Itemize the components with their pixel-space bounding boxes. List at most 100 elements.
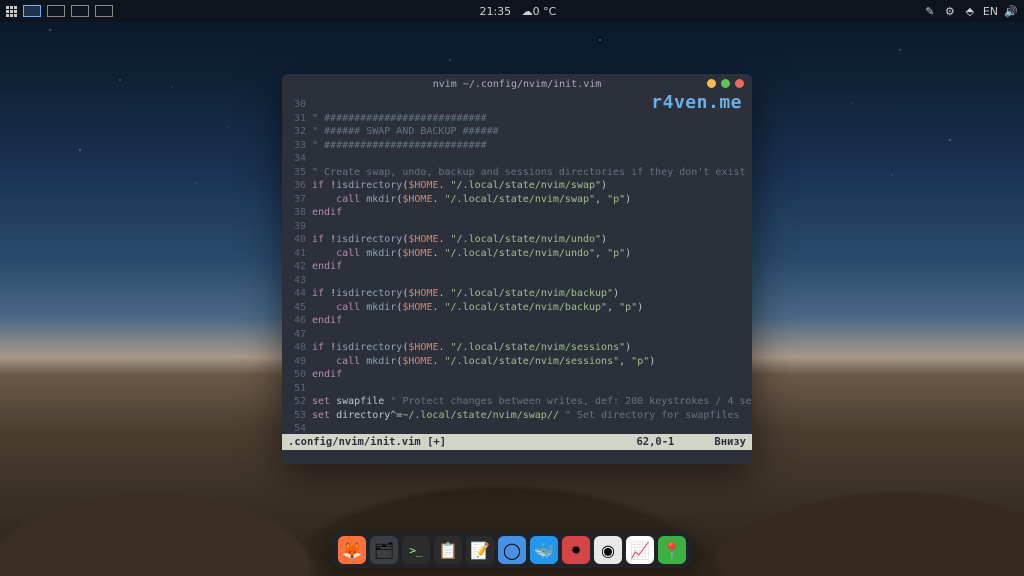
line-number: 38 xyxy=(286,206,312,220)
line-number: 46 xyxy=(286,314,312,328)
workspace-1[interactable] xyxy=(23,5,41,17)
code-line: 34 xyxy=(286,152,744,166)
line-number: 32 xyxy=(286,125,312,139)
maximize-icon[interactable] xyxy=(721,79,730,88)
line-number: 52 xyxy=(286,395,312,409)
dock-files-icon[interactable]: 🗂 xyxy=(370,536,398,564)
dock-location-icon[interactable]: 📍 xyxy=(658,536,686,564)
dock-text-editor-icon[interactable]: 📝 xyxy=(466,536,494,564)
code-line: 36if !isdirectory($HOME. "/.local/state/… xyxy=(286,179,744,193)
code-line: 50endif xyxy=(286,368,744,382)
code-text: if !isdirectory($HOME. "/.local/state/nv… xyxy=(312,179,607,193)
terminal-title: nvim ~/.config/nvim/init.vim xyxy=(282,79,752,90)
minimize-icon[interactable] xyxy=(707,79,716,88)
code-text: " ########################### xyxy=(312,139,487,153)
weather-temp[interactable]: 0 °C xyxy=(533,5,557,18)
code-line: 53set directory^=~/.local/state/nvim/swa… xyxy=(286,409,744,423)
workspace-3[interactable] xyxy=(71,5,89,17)
applications-icon[interactable] xyxy=(6,6,17,17)
line-number: 50 xyxy=(286,368,312,382)
line-number: 43 xyxy=(286,274,312,288)
line-number: 45 xyxy=(286,301,312,315)
line-number: 51 xyxy=(286,382,312,396)
top-panel: 21:35 ☁0 °C ✎ ⚙ ⬘ EN 🔊 xyxy=(0,0,1024,22)
code-text: if !isdirectory($HOME. "/.local/state/nv… xyxy=(312,287,619,301)
dock-system-monitor-icon[interactable]: 📈 xyxy=(626,536,654,564)
line-number: 53 xyxy=(286,409,312,423)
dock-chromium-icon[interactable]: ◯ xyxy=(498,536,526,564)
line-number: 44 xyxy=(286,287,312,301)
dock-pokeball-icon[interactable]: ◉ xyxy=(594,536,622,564)
dock-firefox-icon[interactable]: 🦊 xyxy=(338,536,366,564)
code-line: 31" ########################### xyxy=(286,112,744,126)
code-text: call mkdir($HOME. "/.local/state/nvim/un… xyxy=(312,247,631,261)
line-number: 42 xyxy=(286,260,312,274)
code-line: 35" Create swap, undo, backup and sessio… xyxy=(286,166,744,180)
code-line: 37 call mkdir($HOME. "/.local/state/nvim… xyxy=(286,193,744,207)
line-number: 31 xyxy=(286,112,312,126)
code-line: 46endif xyxy=(286,314,744,328)
line-number: 33 xyxy=(286,139,312,153)
code-line: 41 call mkdir($HOME. "/.local/state/nvim… xyxy=(286,247,744,261)
keyboard-layout[interactable]: EN xyxy=(983,5,998,18)
code-line: 30 xyxy=(286,98,744,112)
code-line: 42endif xyxy=(286,260,744,274)
line-number: 34 xyxy=(286,152,312,166)
line-number: 35 xyxy=(286,166,312,180)
code-line: 32" ###### SWAP AND BACKUP ###### xyxy=(286,125,744,139)
code-text: set swapfile " Protect changes between w… xyxy=(312,395,752,409)
code-line: 47 xyxy=(286,328,744,342)
tray-shield-icon[interactable]: ⬘ xyxy=(963,4,977,18)
tray-network-icon[interactable]: ⚙ xyxy=(943,4,957,18)
code-line: 39 xyxy=(286,220,744,234)
code-text: if !isdirectory($HOME. "/.local/state/nv… xyxy=(312,233,607,247)
dock-screen-recorder-icon[interactable]: ⏺ xyxy=(562,536,590,564)
code-text: " ########################### xyxy=(312,112,487,126)
line-number: 47 xyxy=(286,328,312,342)
tray-edit-icon[interactable]: ✎ xyxy=(923,4,937,18)
line-number: 37 xyxy=(286,193,312,207)
terminal-titlebar[interactable]: nvim ~/.config/nvim/init.vim r4ven.me xyxy=(282,74,752,94)
line-number: 54 xyxy=(286,422,312,434)
line-number: 41 xyxy=(286,247,312,261)
vim-statusline: .config/nvim/init.vim [+] 62,0-1 Внизу xyxy=(282,434,752,450)
workspace-2[interactable] xyxy=(47,5,65,17)
code-line: 44if !isdirectory($HOME. "/.local/state/… xyxy=(286,287,744,301)
code-text: endif xyxy=(312,314,342,328)
code-line: 38endif xyxy=(286,206,744,220)
vim-commandline[interactable] xyxy=(282,450,752,464)
volume-icon[interactable]: 🔊 xyxy=(1004,4,1018,18)
weather-icon[interactable]: ☁ xyxy=(522,5,533,18)
terminal-window[interactable]: nvim ~/.config/nvim/init.vim r4ven.me 30… xyxy=(282,74,752,464)
dock-notes-icon[interactable]: 📋 xyxy=(434,536,462,564)
code-line: 52set swapfile " Protect changes between… xyxy=(286,395,744,409)
line-number: 36 xyxy=(286,179,312,193)
code-text: set directory^=~/.local/state/nvim/swap/… xyxy=(312,409,740,423)
code-text: call mkdir($HOME. "/.local/state/nvim/ba… xyxy=(312,301,643,315)
line-number: 49 xyxy=(286,355,312,369)
dock: 🦊🗂>_📋📝◯🐳⏺◉📈📍 xyxy=(330,532,694,568)
code-line: 43 xyxy=(286,274,744,288)
code-text: endif xyxy=(312,368,342,382)
code-line: 45 call mkdir($HOME. "/.local/state/nvim… xyxy=(286,301,744,315)
dock-terminal-icon[interactable]: >_ xyxy=(402,536,430,564)
dock-docker-icon[interactable]: 🐳 xyxy=(530,536,558,564)
code-text: if !isdirectory($HOME. "/.local/state/nv… xyxy=(312,341,631,355)
code-line: 33" ########################### xyxy=(286,139,744,153)
code-line: 48if !isdirectory($HOME. "/.local/state/… xyxy=(286,341,744,355)
code-text: endif xyxy=(312,260,342,274)
clock[interactable]: 21:35 xyxy=(479,5,511,18)
code-line: 51 xyxy=(286,382,744,396)
code-line: 54 xyxy=(286,422,744,434)
workspace-4[interactable] xyxy=(95,5,113,17)
line-number: 48 xyxy=(286,341,312,355)
line-number: 39 xyxy=(286,220,312,234)
editor-area[interactable]: 3031" ###########################32" ###… xyxy=(282,94,752,434)
code-line: 49 call mkdir($HOME. "/.local/state/nvim… xyxy=(286,355,744,369)
code-text: call mkdir($HOME. "/.local/state/nvim/se… xyxy=(312,355,655,369)
status-location: Внизу xyxy=(714,436,746,448)
code-line: 40if !isdirectory($HOME. "/.local/state/… xyxy=(286,233,744,247)
close-icon[interactable] xyxy=(735,79,744,88)
code-text: " Create swap, undo, backup and sessions… xyxy=(312,166,745,180)
line-number: 40 xyxy=(286,233,312,247)
